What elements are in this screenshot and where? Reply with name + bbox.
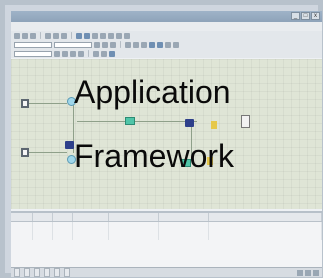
toolbar-icon[interactable]: [124, 32, 130, 39]
toolbar-separator: [120, 41, 121, 48]
output-panel: [11, 211, 322, 269]
status-tab[interactable]: [34, 268, 40, 277]
window-controls: _ □ x: [291, 12, 320, 20]
toolbar-icon[interactable]: [78, 50, 84, 57]
status-tab[interactable]: [14, 268, 20, 277]
object-select[interactable]: [14, 50, 52, 57]
toolbar-separator: [71, 32, 72, 39]
underline-icon[interactable]: [110, 41, 116, 48]
zoom-in-icon[interactable]: [93, 50, 99, 57]
toolbar-icon[interactable]: [108, 32, 114, 39]
table-cell: [209, 234, 322, 240]
table-row[interactable]: [11, 234, 322, 240]
table-cell: [73, 234, 109, 240]
size-select[interactable]: [54, 41, 92, 48]
tray-icon[interactable]: [297, 269, 303, 276]
pointer-icon[interactable]: [54, 50, 60, 57]
maximize-button[interactable]: □: [301, 12, 310, 20]
overlay-title-application: Application: [74, 74, 231, 110]
toolbar-separator: [88, 50, 89, 57]
align-center-icon[interactable]: [133, 41, 139, 48]
align-right-icon[interactable]: [141, 41, 147, 48]
toolbar-icon[interactable]: [92, 32, 98, 39]
toolbar-icon[interactable]: [100, 32, 106, 39]
toolbar-tools: [11, 49, 322, 58]
column-header[interactable]: [11, 213, 33, 221]
panel-header: [11, 213, 322, 222]
font-select[interactable]: [14, 41, 52, 48]
toolbar-icon[interactable]: [149, 41, 155, 48]
toolbar-icon[interactable]: [165, 41, 171, 48]
column-header[interactable]: [109, 213, 159, 221]
connector-wire: [29, 103, 67, 104]
connector-icon[interactable]: [62, 50, 68, 57]
zoom-out-icon[interactable]: [101, 50, 107, 57]
menu-bar: [11, 22, 322, 31]
paste-icon[interactable]: [61, 32, 67, 39]
italic-icon[interactable]: [102, 41, 108, 48]
component-node[interactable]: [65, 141, 74, 149]
column-header[interactable]: [53, 213, 73, 221]
run-icon[interactable]: [109, 50, 115, 57]
toolbar-icon[interactable]: [173, 41, 179, 48]
column-header[interactable]: [73, 213, 109, 221]
input-port-icon[interactable]: [21, 99, 29, 108]
table-cell: [159, 234, 209, 240]
column-header[interactable]: [159, 213, 209, 221]
toolbar-separator: [40, 32, 41, 39]
cut-icon[interactable]: [45, 32, 51, 39]
column-header[interactable]: [209, 213, 322, 221]
component-node[interactable]: [185, 119, 194, 127]
copy-icon[interactable]: [53, 32, 59, 39]
close-button[interactable]: x: [311, 12, 320, 20]
align-left-icon[interactable]: [125, 41, 131, 48]
input-port-icon[interactable]: [21, 148, 29, 157]
column-header[interactable]: [33, 213, 53, 221]
toolbar-icon[interactable]: [116, 32, 122, 39]
component-node[interactable]: [241, 115, 250, 128]
undo-icon[interactable]: [76, 32, 82, 39]
minimize-button[interactable]: _: [291, 12, 300, 20]
connector-wire: [77, 121, 197, 122]
save-icon[interactable]: [30, 32, 36, 39]
open-icon[interactable]: [22, 32, 28, 39]
status-tab[interactable]: [54, 268, 60, 277]
toolbar-format: [11, 40, 322, 49]
table-cell: [53, 234, 73, 240]
toolbar-standard: [11, 31, 322, 40]
status-tab[interactable]: [64, 268, 70, 277]
component-node[interactable]: [125, 117, 135, 125]
overlay-title-framework: Framework: [74, 138, 235, 174]
redo-icon[interactable]: [84, 32, 90, 39]
toolbar-icon[interactable]: [70, 50, 76, 57]
tray-icon[interactable]: [313, 269, 319, 276]
tray-icon[interactable]: [305, 269, 311, 276]
connector-wire: [29, 152, 67, 153]
status-tab[interactable]: [24, 268, 30, 277]
table-cell: [109, 234, 159, 240]
component-node[interactable]: [211, 121, 217, 129]
status-tab[interactable]: [44, 268, 50, 277]
table-cell: [11, 234, 33, 240]
status-bar: [11, 267, 322, 277]
title-bar: _ □ x: [11, 11, 322, 22]
bold-icon[interactable]: [94, 41, 100, 48]
tray-icons: [297, 269, 322, 276]
new-icon[interactable]: [14, 32, 20, 39]
toolbar-icon[interactable]: [157, 41, 163, 48]
table-cell: [33, 234, 53, 240]
